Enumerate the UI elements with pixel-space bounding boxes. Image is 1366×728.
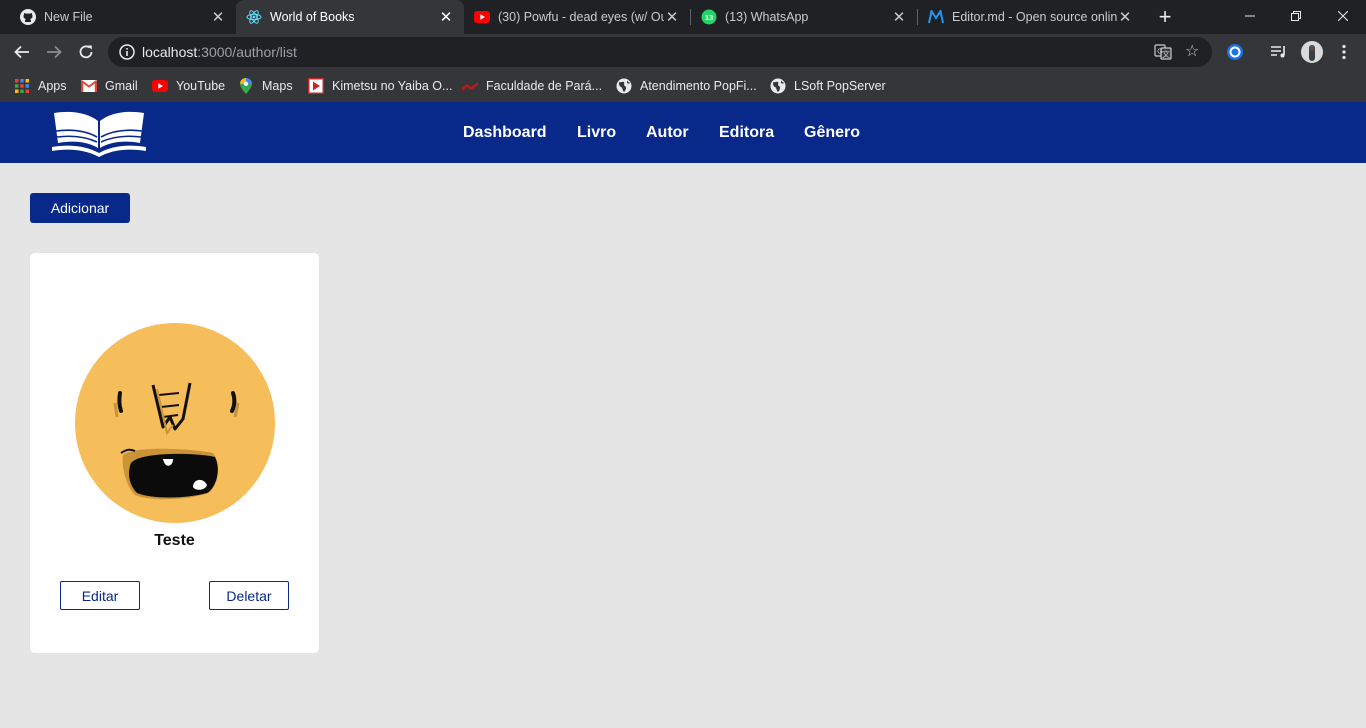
whatsapp-icon: 13 [701,9,717,25]
new-tab-button[interactable]: + [1153,4,1177,29]
bookmark-gmail[interactable]: Gmail [81,76,138,96]
browser-toolbar: localhost:3000/author/list 文G ☆ [0,34,1366,70]
bookmark-faculdade[interactable]: Faculdade de Pará... [462,76,602,96]
nav-autor[interactable]: Autor [646,102,689,163]
tab-title: Editor.md - Open source online Markdown … [952,10,1117,24]
address-bar[interactable]: localhost:3000/author/list 文G ☆ [108,37,1212,67]
extension-icon[interactable] [1224,41,1246,63]
bookmark-label: Gmail [105,79,138,93]
media-playlist-icon[interactable] [1268,41,1290,63]
bookmark-label: YouTube [176,79,226,93]
bookmark-maps[interactable]: Maps [238,76,293,96]
bookmark-apps[interactable]: Apps [14,76,67,96]
youtube-icon [474,9,490,25]
tab-youtube[interactable]: (30) Powfu - dead eyes (w/ Ouse) ✕ [464,0,690,34]
tab-new-file[interactable]: New File ✕ [0,0,236,34]
svg-text:文: 文 [1162,49,1170,59]
close-tab-icon[interactable]: ✕ [210,9,226,26]
bookmarks-bar: Apps Gmail YouTube Maps Kimetsu no Yaiba… [0,70,1366,102]
tab-title: World of Books [270,10,355,24]
github-icon [20,9,36,25]
bookmark-kimetsu[interactable]: Kimetsu no Yaiba O... [308,76,452,96]
react-icon [246,9,262,25]
author-card: Teste Editar Deletar [30,253,319,653]
minimize-button[interactable] [1227,0,1273,32]
nav-livro[interactable]: Livro [577,102,616,163]
close-tab-icon[interactable]: ✕ [1117,9,1133,26]
gmail-icon [81,78,97,94]
tab-title: New File [44,10,93,24]
tab-world-of-books[interactable]: World of Books ✕ [236,0,464,34]
bookmark-atendimento[interactable]: Atendimento PopFi... [616,76,757,96]
bookmark-label: LSoft PopServer [794,79,886,93]
tab-title: (30) Powfu - dead eyes (w/ Ouse) [498,10,664,24]
play-icon [308,78,324,94]
profile-avatar[interactable] [1301,41,1323,63]
bookmark-lsoft[interactable]: LSoft PopServer [770,76,886,96]
author-list-page: Adicionar Teste Editar Deletar [0,163,1366,728]
bookmark-label: Kimetsu no Yaiba O... [332,79,453,93]
nav-dashboard[interactable]: Dashboard [463,102,547,163]
svg-text:G: G [1157,49,1162,56]
close-window-button[interactable] [1320,0,1366,32]
bookmark-label: Apps [38,79,67,93]
globe-icon [770,78,786,94]
restore-button[interactable] [1273,0,1319,32]
author-avatar [75,323,275,523]
bookmark-youtube[interactable]: YouTube [152,76,225,96]
tab-title: (13) WhatsApp [725,10,809,24]
editormd-icon [928,9,944,25]
nav-editora[interactable]: Editora [719,102,774,163]
translate-icon[interactable]: 文G [1154,43,1172,61]
close-tab-icon[interactable]: ✕ [664,9,680,26]
bookmark-label: Maps [262,79,293,93]
open-book-logo-icon[interactable] [50,107,148,157]
youtube-icon [152,78,168,94]
svg-text:13: 13 [705,13,713,22]
back-button[interactable] [8,38,36,66]
edit-author-button[interactable]: Editar [60,581,140,610]
tab-whatsapp[interactable]: 13 (13) WhatsApp ✕ [691,0,917,34]
nav-genero[interactable]: Gênero [804,102,860,163]
apps-grid-icon [14,78,30,94]
author-name: Teste [154,532,195,549]
site-icon [462,78,478,94]
forward-button[interactable] [40,38,68,66]
close-tab-icon[interactable]: ✕ [891,9,907,26]
delete-author-button[interactable]: Deletar [209,581,289,610]
browser-tab-strip: New File ✕ World of Books ✕ (30) Powfu -… [0,0,1366,34]
globe-icon [616,78,632,94]
bookmark-label: Atendimento PopFi... [640,79,757,93]
add-author-button[interactable]: Adicionar [30,193,130,223]
url-path: :3000/author/list [197,44,297,60]
info-icon[interactable] [119,44,135,60]
browser-menu-icon[interactable] [1333,41,1355,63]
bookmark-label: Faculdade de Pará... [486,79,603,93]
tab-editor-md[interactable]: Editor.md - Open source online Markdown … [918,0,1143,34]
bookmark-star-icon[interactable]: ☆ [1185,41,1199,61]
app-navbar: Dashboard Livro Autor Editora Gênero [0,102,1366,163]
maps-pin-icon [238,78,254,94]
close-tab-icon[interactable]: ✕ [438,9,454,26]
reload-button[interactable] [72,38,100,66]
url-text: localhost:3000/author/list [142,44,297,60]
url-host: localhost [142,44,198,60]
